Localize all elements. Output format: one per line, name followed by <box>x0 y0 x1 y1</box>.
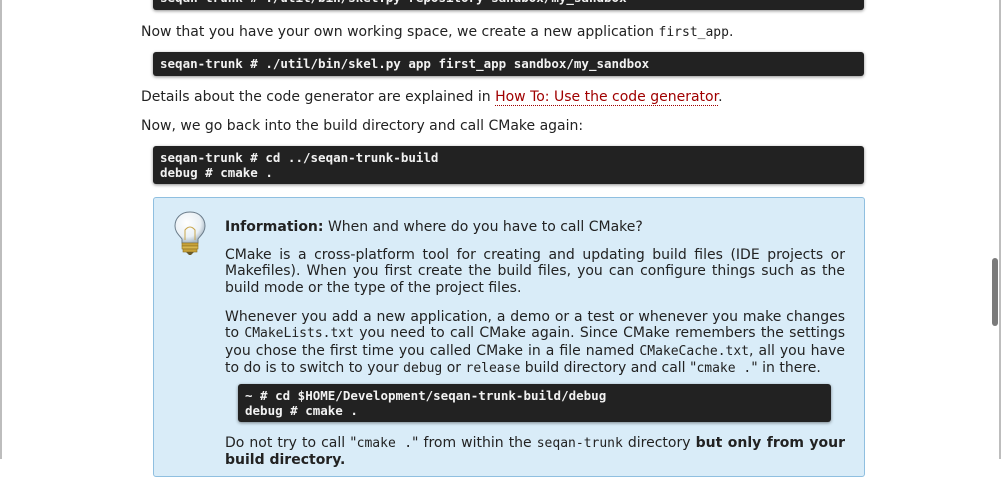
inline-code-cmakelists: CMakeLists.txt <box>244 326 354 342</box>
inline-code-seqan-trunk: seqan-trunk <box>536 436 623 451</box>
window-border-left <box>0 0 2 459</box>
text: build directory and call " <box>520 359 697 376</box>
text: directory <box>622 435 696 451</box>
lightbulb-icon <box>172 210 208 260</box>
paragraph-text: Details about the code generator are exp… <box>141 89 496 105</box>
code-block-skel-repository: seqan-trunk # ./util/bin/skel.py reposit… <box>153 0 864 10</box>
paragraph-end: . <box>718 89 723 105</box>
code-block-cmake-debug: ~ # cd $HOME/Development/seqan-trunk-bui… <box>238 384 831 422</box>
information-paragraph-cmake: CMake is a cross-platform tool for creat… <box>225 247 845 296</box>
inline-code-first-app: first_app <box>658 25 729 40</box>
information-question: When and where do you have to call CMake… <box>323 219 643 235</box>
information-box: Information: When and where do you have … <box>153 197 865 477</box>
code-block-skel-app: seqan-trunk # ./util/bin/skel.py app fir… <box>153 52 864 76</box>
paragraph-text: Now that you have your own working space… <box>141 24 659 40</box>
information-label: Information: <box>225 219 324 235</box>
inline-code-cmake: cmake . <box>696 360 752 376</box>
information-paragraph-warning: Do not try to call "cmake ." from within… <box>225 435 845 469</box>
text: Do not try to call " <box>225 435 357 451</box>
paragraph-end: . <box>728 24 734 40</box>
text: or <box>442 359 466 376</box>
paragraph-build-directory: Now, we go back into the build directory… <box>141 118 584 134</box>
information-title: Information: When and where do you have … <box>225 219 845 235</box>
text: " in there. <box>751 359 821 376</box>
inline-code-cmakecache: CMakeCache.txt <box>639 343 749 359</box>
inline-code-release: release <box>465 360 521 376</box>
information-paragraph-when: Whenever you add a new application, a de… <box>225 309 845 377</box>
code-generator-link[interactable]: How To: Use the code generator <box>495 89 719 106</box>
code-block-cmake: seqan-trunk # cd ../seqan-trunk-build de… <box>153 146 864 184</box>
inline-code-cmake: cmake . <box>356 436 413 451</box>
text: " from within the <box>412 435 537 451</box>
inline-code-debug: debug <box>403 360 443 376</box>
paragraph-code-generator: Details about the code generator are exp… <box>141 88 723 106</box>
vertical-scrollbar-thumb[interactable] <box>992 258 998 326</box>
paragraph-new-application: Now that you have your own working space… <box>141 23 733 42</box>
